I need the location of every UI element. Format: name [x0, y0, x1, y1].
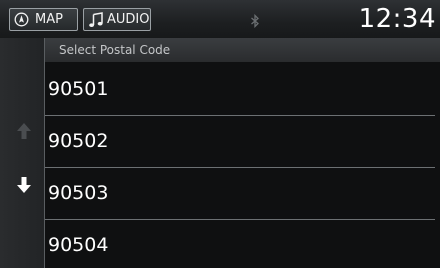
postal-code-label: 90502 [48, 130, 109, 152]
list-item[interactable]: 90504 [45, 220, 440, 268]
postal-code-label: 90501 [48, 78, 109, 100]
postal-code-label: 90504 [48, 234, 109, 256]
bluetooth-icon [251, 14, 259, 28]
postal-code-list: Select Postal Code 90501 90502 90503 905… [45, 38, 440, 268]
clock: 12:34 [358, 4, 436, 34]
scroll-up-arrow-icon[interactable] [16, 122, 32, 140]
audio-button-label: AUDIO [107, 12, 150, 27]
compass-icon [14, 12, 29, 27]
scroll-down-arrow-icon[interactable] [16, 176, 32, 194]
list-item[interactable]: 90501 [45, 64, 440, 116]
list-item[interactable]: 90503 [45, 168, 440, 220]
music-note-icon [88, 11, 104, 28]
scroll-bar [0, 38, 45, 268]
map-button-label: MAP [35, 12, 63, 27]
map-button[interactable]: MAP [9, 8, 78, 31]
list-item[interactable]: 90502 [45, 116, 440, 168]
nav-screen: MAP AUDIO 12:34 Select Postal Code 90501… [0, 0, 440, 268]
list-title: Select Postal Code [59, 43, 171, 57]
audio-button[interactable]: AUDIO [83, 8, 151, 31]
list-header: Select Postal Code [45, 38, 440, 62]
postal-code-label: 90503 [48, 182, 109, 204]
top-bar: MAP AUDIO 12:34 [0, 0, 440, 38]
